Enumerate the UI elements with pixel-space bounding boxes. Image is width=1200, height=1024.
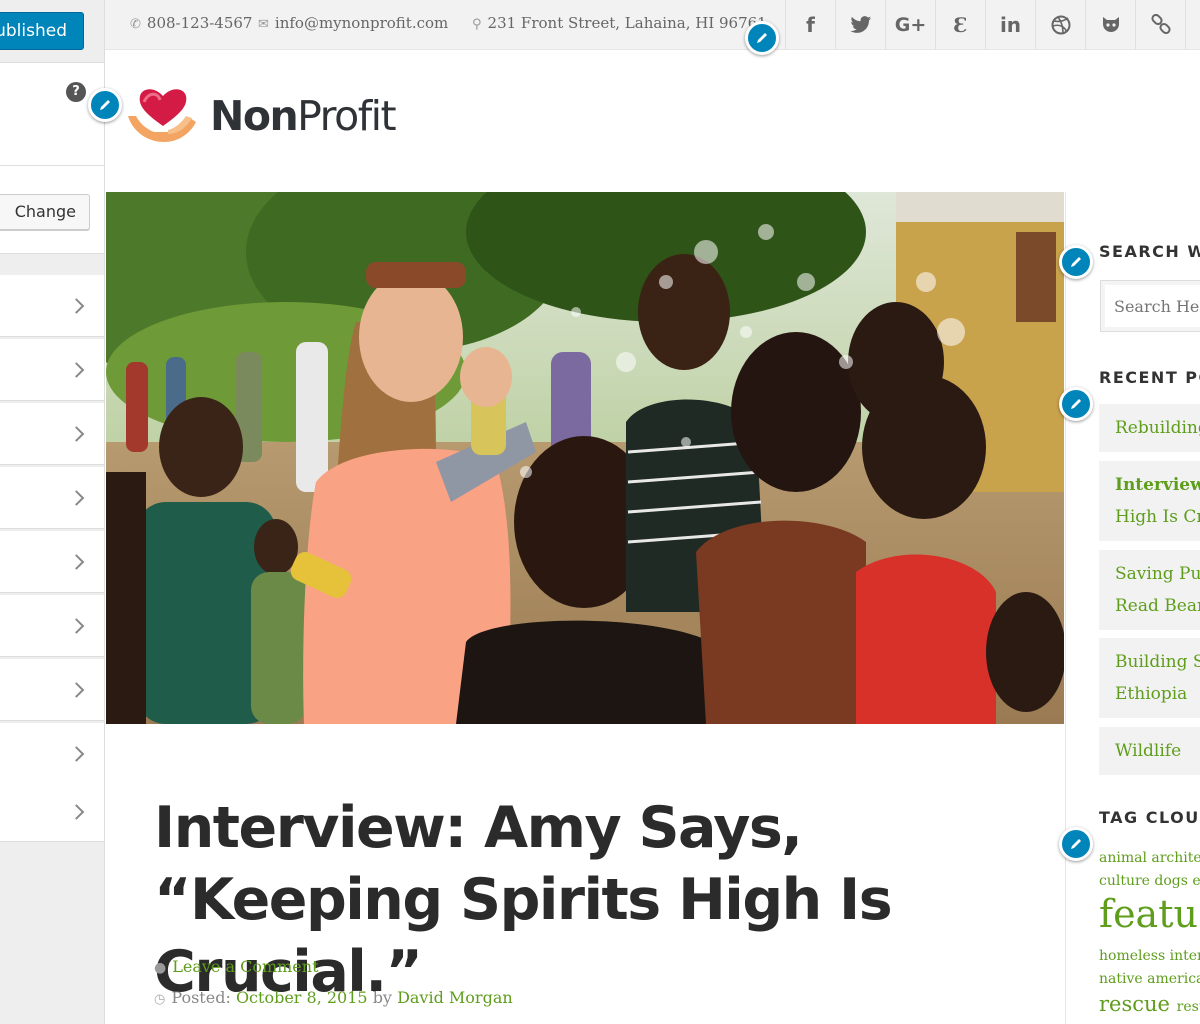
tag-cloud-line[interactable]: native america — [1099, 971, 1200, 987]
tag-featured[interactable]: featu — [1099, 892, 1198, 936]
phone-number: 808-123-4567 — [146, 14, 253, 32]
customizer-section-6[interactable] — [0, 595, 104, 657]
street-address: 231 Front Street, Lahaina, HI 96761 — [487, 14, 767, 32]
customizer-section-5[interactable] — [0, 531, 104, 593]
chevron-right-icon — [68, 489, 85, 506]
chevron-right-icon — [68, 425, 85, 442]
envelope-icon: ✉ — [258, 17, 269, 32]
search-box[interactable] — [1100, 280, 1200, 332]
customizer-section-2[interactable] — [0, 339, 104, 401]
customizer-section-9[interactable] — [0, 783, 104, 842]
chevron-right-icon — [68, 617, 85, 634]
search-input[interactable] — [1114, 297, 1200, 316]
recent-post-link-line2[interactable]: Read Bear — [1115, 596, 1200, 616]
recent-post-link-line2[interactable]: Ethiopia — [1115, 684, 1187, 704]
tag-cloud-title: TAG CLOUD — [1099, 808, 1200, 827]
recent-post-link[interactable]: Wildlife — [1115, 741, 1181, 761]
recent-post-item[interactable]: Wildlife — [1099, 727, 1200, 775]
help-icon[interactable]: ? — [66, 82, 86, 102]
post-date-link[interactable]: October 8, 2015 — [236, 988, 368, 1007]
pencil-icon[interactable] — [1059, 387, 1093, 421]
chevron-right-icon — [68, 804, 85, 820]
recent-post-link[interactable]: Saving Pup — [1115, 564, 1200, 584]
github-icon[interactable] — [1085, 0, 1135, 50]
publish-button[interactable]: Published — [0, 12, 84, 50]
email-info[interactable]: ✉ info@mynonprofit.com — [258, 14, 448, 32]
recent-post-link-line2[interactable]: High Is Cru — [1115, 507, 1200, 527]
link-icon[interactable] — [1135, 0, 1185, 50]
customizer-section-8[interactable] — [0, 723, 104, 785]
site-logo-text[interactable]: NonProfit — [210, 92, 397, 140]
customizer-panel — [0, 0, 105, 1024]
post-author-link[interactable]: David Morgan — [397, 988, 513, 1007]
featured-image — [106, 192, 1064, 724]
pencil-icon[interactable] — [88, 88, 122, 122]
chevron-right-icon — [68, 297, 85, 314]
google-plus-icon[interactable]: G+ — [885, 0, 935, 50]
twitter-icon[interactable] — [835, 0, 885, 50]
tag-cloud-line[interactable]: culture dogs el — [1099, 873, 1200, 889]
pencil-icon[interactable] — [1059, 827, 1093, 861]
recent-post-link[interactable]: Building S — [1115, 652, 1200, 672]
dribbble-icon[interactable] — [1035, 0, 1085, 50]
recent-post-item[interactable]: Interview High Is Cru — [1099, 461, 1200, 541]
pencil-icon[interactable] — [745, 21, 779, 55]
chevron-right-icon — [68, 553, 85, 570]
chevron-right-icon — [68, 681, 85, 698]
chevron-right-icon — [68, 745, 85, 762]
clock-icon: ◷ — [154, 992, 166, 1007]
logo-text-bold: Non — [210, 92, 299, 140]
address-info: ⚲ 231 Front Street, Lahaina, HI 96761 — [472, 14, 767, 32]
pinterest-icon[interactable]: Ɛ — [935, 0, 985, 50]
tag-cloud-rescue-line[interactable]: rescue rest — [1099, 992, 1200, 1016]
linkedin-icon[interactable]: in — [985, 0, 1035, 50]
search-widget-title: SEARCH W — [1099, 242, 1200, 261]
recent-post-item[interactable]: Building S Ethiopia — [1099, 638, 1200, 718]
customizer-section-7[interactable] — [0, 659, 104, 721]
social-edge — [1185, 0, 1200, 50]
by-label: by — [372, 988, 392, 1007]
map-marker-icon: ⚲ — [472, 17, 482, 32]
chevron-right-icon — [68, 361, 85, 378]
recent-posts-title: RECENT PC — [1099, 368, 1200, 387]
recent-post-item[interactable]: Saving Pup Read Bear — [1099, 550, 1200, 630]
leave-comment-link[interactable]: ● Leave a Comment — [154, 957, 319, 976]
tag-rest[interactable]: rest — [1177, 999, 1200, 1015]
customizer-section-4[interactable] — [0, 467, 104, 529]
nonprofit-logo-icon[interactable] — [126, 86, 200, 150]
recent-post-item[interactable]: Rebuilding — [1099, 404, 1200, 452]
phone-info: ✆ 808-123-4567 — [130, 14, 252, 32]
leave-comment-text[interactable]: Leave a Comment — [172, 957, 318, 976]
change-theme-button[interactable]: Change — [0, 194, 90, 230]
recent-post-link[interactable]: Rebuilding — [1115, 418, 1200, 438]
tag-cloud-line[interactable]: homeless inter — [1099, 948, 1200, 964]
logo-text-rest: Profit — [297, 92, 396, 140]
tag-rescue[interactable]: rescue — [1099, 992, 1170, 1016]
site-topbar: ✆ 808-123-4567 ✉ info@mynonprofit.com ⚲ 231… — [105, 0, 1200, 50]
phone-icon: ✆ — [130, 17, 141, 32]
comment-icon: ● — [154, 960, 167, 976]
pencil-icon[interactable] — [1059, 245, 1093, 279]
recent-post-link[interactable]: Interview — [1115, 475, 1200, 495]
email-address[interactable]: info@mynonprofit.com — [275, 14, 448, 32]
post-meta: ◷ Posted: October 8, 2015 by David Morgan — [154, 988, 513, 1007]
customizer-info-section — [0, 62, 104, 166]
posted-label: Posted: — [171, 988, 231, 1007]
post-title-bold: Interview: — [154, 795, 467, 861]
customizer-section-3[interactable] — [0, 403, 104, 465]
facebook-icon[interactable]: f — [785, 0, 835, 50]
tag-cloud-line[interactable]: animal archite — [1099, 850, 1200, 866]
customizer-section-1[interactable] — [0, 275, 104, 337]
